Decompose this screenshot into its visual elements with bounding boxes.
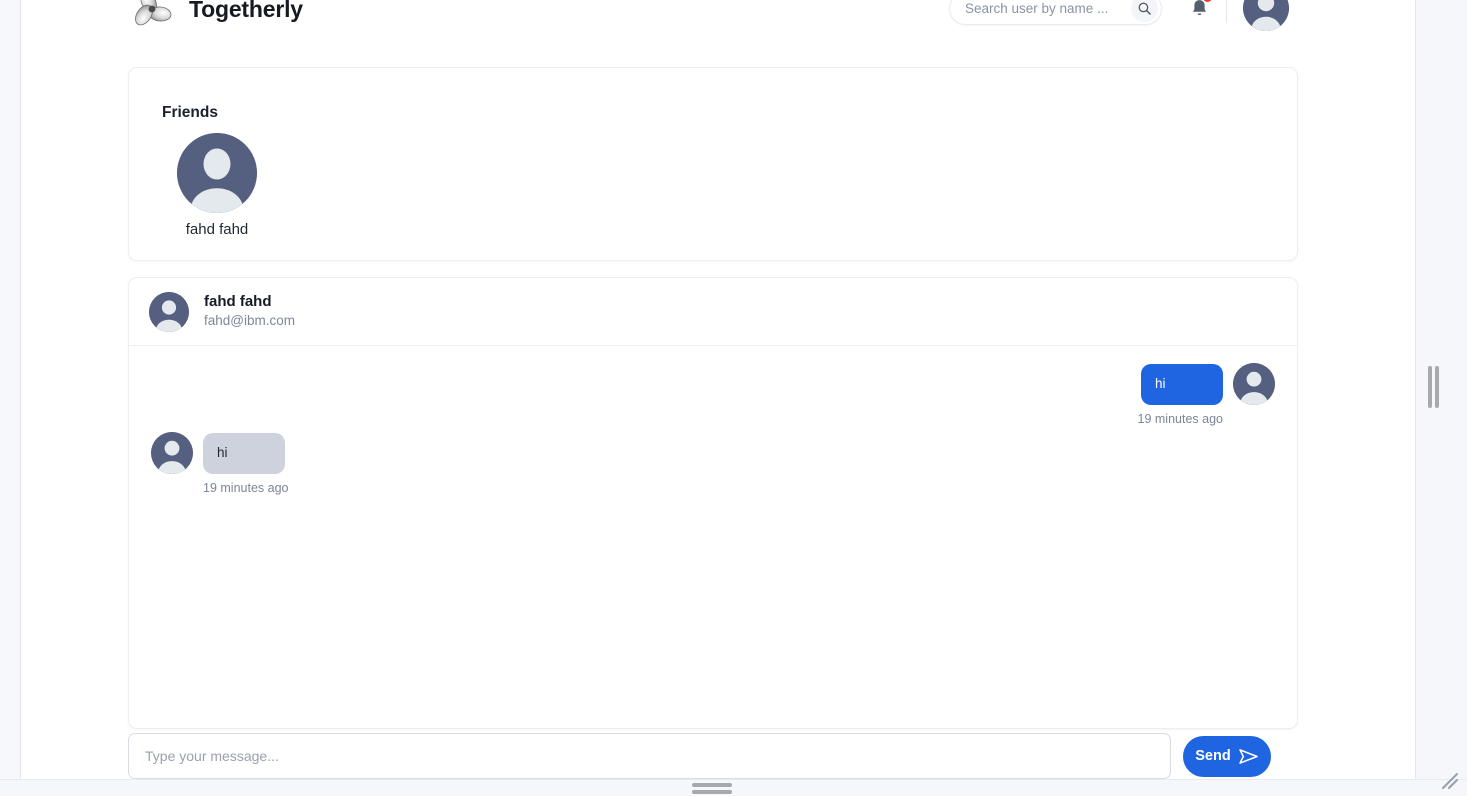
send-button[interactable]: Send — [1183, 735, 1271, 777]
brand[interactable]: Togetherly — [129, 0, 303, 32]
message-avatar — [1233, 363, 1275, 405]
profile-avatar[interactable] — [1243, 0, 1289, 31]
chat-contact-email: fahd@ibm.com — [204, 313, 295, 329]
handle-bar — [1428, 366, 1432, 408]
chat-message-list[interactable]: hi 19 minutes ago hi 19 minutes ago — [129, 347, 1297, 728]
user-avatar-icon — [1243, 0, 1289, 31]
topbar-divider — [1226, 0, 1227, 23]
handle-bar — [1435, 366, 1439, 408]
message-row-incoming: hi 19 minutes ago — [151, 432, 1275, 495]
page-content-area: Togetherly Search user by name ... Frien… — [20, 0, 1416, 779]
message-bubble[interactable]: hi — [203, 432, 285, 474]
top-navigation-bar: Togetherly — [21, 0, 1415, 42]
search-icon — [1138, 2, 1151, 15]
message-line: hi — [151, 432, 285, 474]
app-title: Togetherly — [189, 0, 303, 22]
message-line: hi — [1141, 363, 1275, 405]
horizontal-scrollbar[interactable] — [0, 779, 1467, 796]
message-timestamp: 19 minutes ago — [1137, 412, 1223, 426]
user-avatar-icon — [177, 133, 257, 213]
message-timestamp: 19 minutes ago — [203, 481, 289, 495]
message-group: hi 19 minutes ago — [1138, 363, 1275, 426]
bell-icon — [1192, 0, 1206, 15]
user-avatar-icon — [149, 291, 189, 332]
message-input[interactable] — [128, 733, 1171, 779]
send-arrow-icon — [1238, 748, 1258, 764]
browser-viewport: Togetherly Search user by name ... Frien… — [0, 0, 1467, 796]
vertical-drag-handle-icon[interactable] — [1428, 366, 1440, 408]
message-bubble[interactable]: hi — [1141, 363, 1223, 405]
user-avatar-icon — [151, 432, 193, 474]
send-button-label: Send — [1195, 748, 1231, 764]
message-row-outgoing: hi 19 minutes ago — [151, 363, 1275, 426]
message-group: hi 19 minutes ago — [151, 432, 288, 495]
horizontal-drag-handle-icon[interactable] — [692, 783, 732, 794]
friends-heading: Friends — [162, 104, 218, 121]
chat-header-meta: fahd fahd fahd@ibm.com — [204, 293, 295, 331]
chat-header-avatar — [149, 291, 189, 332]
friends-card: Friends fahd fahd — [128, 67, 1298, 261]
search-button[interactable] — [1131, 0, 1158, 22]
top-bar-actions — [949, 0, 1289, 31]
chat-card: fahd fahd fahd@ibm.com hi 19 minutes ago… — [128, 277, 1298, 729]
propeller-logo-icon — [129, 0, 175, 32]
friend-avatar[interactable] — [177, 133, 257, 213]
search-box[interactable] — [949, 0, 1162, 25]
handle-bar — [692, 783, 732, 787]
notifications-button[interactable] — [1180, 0, 1218, 25]
chat-contact-name: fahd fahd — [204, 292, 272, 310]
user-avatar-icon — [1233, 363, 1275, 405]
search-input[interactable] — [950, 0, 1118, 24]
friend-list-item[interactable]: fahd fahd — [169, 133, 265, 238]
chat-header: fahd fahd fahd@ibm.com — [129, 278, 1297, 346]
message-composer: Send — [128, 733, 1298, 779]
message-avatar — [151, 432, 193, 474]
handle-bar — [692, 790, 732, 794]
friend-name: fahd fahd — [185, 221, 249, 238]
vertical-scrollbar[interactable] — [1416, 0, 1467, 779]
resize-grip-icon[interactable] — [1439, 770, 1461, 792]
